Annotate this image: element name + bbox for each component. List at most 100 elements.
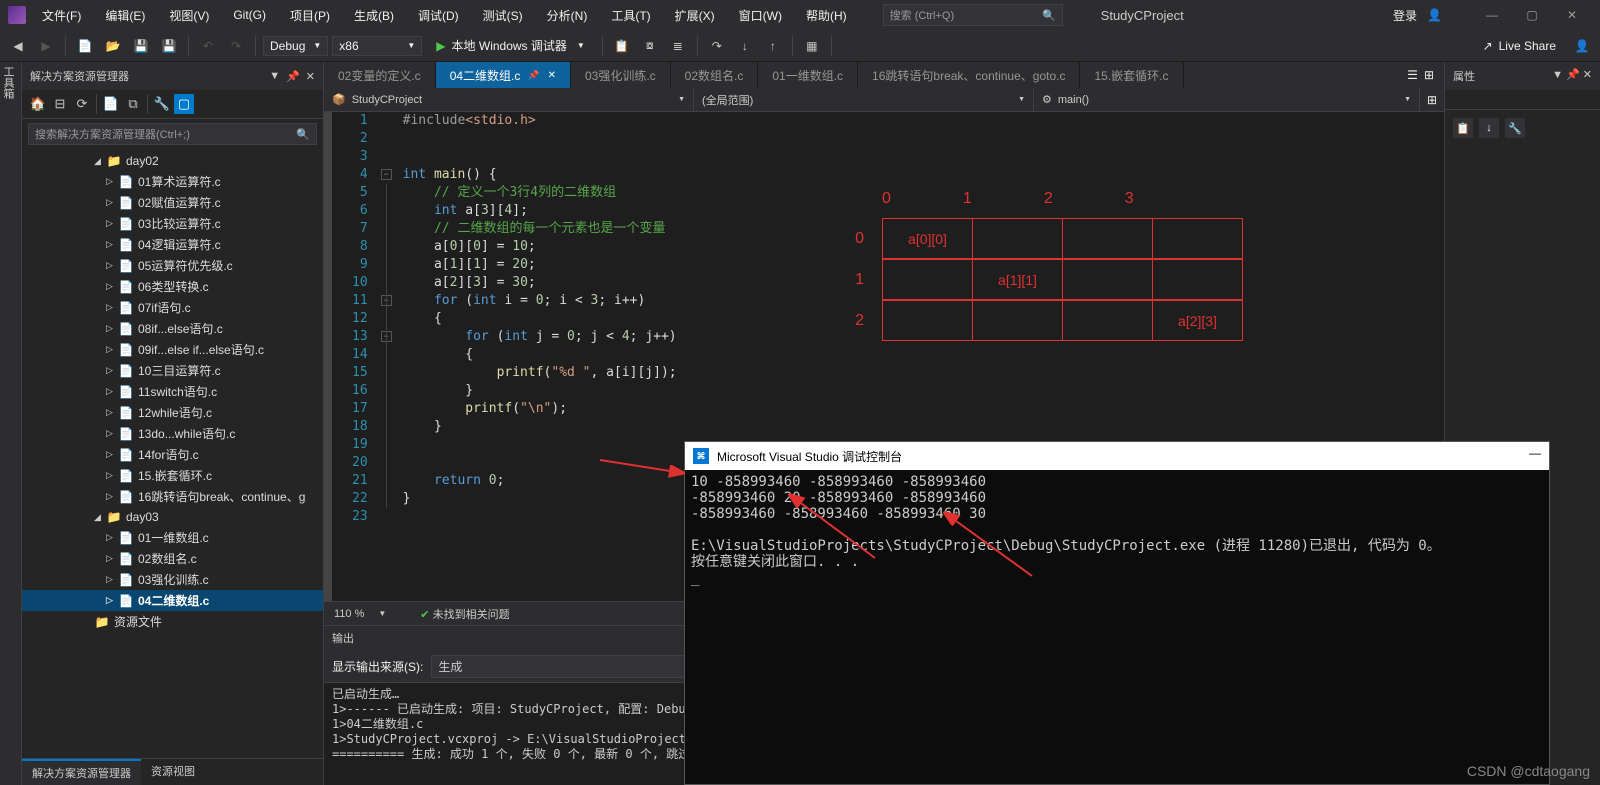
file-tab[interactable]: 01一维数组.c [758,62,858,88]
tree-file[interactable]: ▷📄10三目运算符.c [22,360,323,381]
tree-folder-day03[interactable]: ◢📁day03 [22,507,323,527]
props-prop-icon[interactable]: 🔧 [1505,118,1525,138]
tb-btn1[interactable]: 📋 [610,34,634,58]
tree-file[interactable]: ▷📄07if语句.c [22,297,323,318]
live-share-button[interactable]: ↗Live Share [1483,39,1566,53]
solution-search[interactable]: 搜索解决方案资源管理器(Ctrl+;)🔍 [28,123,317,145]
tree-file[interactable]: ▷📄16跳转语句break、continue、g [22,486,323,507]
login-button[interactable]: 登录 [1393,7,1417,24]
menu-edit[interactable]: 编辑(E) [97,3,153,28]
tab-plus-icon[interactable]: ⊞ [1424,68,1434,82]
output-source-combo[interactable]: 生成▼ [431,655,711,678]
tree-folder-day02[interactable]: ◢📁day02 [22,151,323,171]
file-tab[interactable]: 16跳转语句break、continue、goto.c [858,62,1080,88]
tb-btn4[interactable]: ▦ [800,34,824,58]
fold-toggle[interactable]: − [381,169,392,180]
save-icon[interactable]: 💾 [129,34,153,58]
debug-console-window[interactable]: ⌘ Microsoft Visual Studio 调试控制台 — 10 -85… [684,441,1550,785]
config-combo[interactable]: Debug▼ [263,36,328,56]
tab-resource-view[interactable]: 资源视图 [141,759,205,785]
menu-window[interactable]: 窗口(W) [731,3,790,28]
tree-file[interactable]: ▷📄11switch语句.c [22,381,323,402]
zoom-level[interactable]: 110 % [334,608,364,620]
step-out-icon[interactable]: ↑ [761,34,785,58]
nav-back-icon[interactable]: ◀ [6,34,30,58]
split-icon[interactable]: ⊞ [1420,88,1444,111]
new-file-icon[interactable]: 📄 [73,34,97,58]
file-tab[interactable]: 02变量的定义.c [324,62,436,88]
showall-icon[interactable]: ⧉ [123,94,143,114]
sync-icon[interactable]: ⟳ [72,94,92,114]
redo-icon[interactable]: ↷ [224,34,248,58]
doc-icon[interactable]: 📄 [101,94,121,114]
props-cat-icon[interactable]: 📋 [1453,118,1473,138]
tree-file[interactable]: ▷📄15.嵌套循环.c [22,465,323,486]
tab-solution-explorer[interactable]: 解决方案资源管理器 [22,759,141,785]
tree-file[interactable]: ▷📄09if...else if...else语句.c [22,339,323,360]
tree-file[interactable]: ▷📄03比较运算符.c [22,213,323,234]
admin-icon[interactable]: 👤 [1570,34,1594,58]
console-titlebar[interactable]: ⌘ Microsoft Visual Studio 调试控制台 — [685,442,1549,470]
menu-file[interactable]: 文件(F) [34,3,89,28]
maximize-button[interactable]: ▢ [1512,1,1552,29]
menu-extensions[interactable]: 扩展(X) [667,3,723,28]
left-toolbox-rail[interactable]: 工具箱 [0,62,22,785]
menu-view[interactable]: 视图(V) [161,3,217,28]
home-icon[interactable]: 🏠 [28,94,48,114]
output-src-label: 显示输出来源(S): [332,658,423,675]
tree-file[interactable]: ▷📄01算术运算符.c [22,171,323,192]
tree-file[interactable]: ▷📄02赋值运算符.c [22,192,323,213]
start-debug-button[interactable]: ▶本地 Windows 调试器 ▼ [426,35,595,56]
tree-file[interactable]: ▷📄14for语句.c [22,444,323,465]
nav-fwd-icon[interactable]: ▶ [34,34,58,58]
collapse-icon[interactable]: ⊟ [50,94,70,114]
file-tab[interactable]: 15.嵌套循环.c [1080,62,1183,88]
file-tab[interactable]: 03强化训练.c [571,62,671,88]
tree-file[interactable]: ▷📄01一维数组.c [22,527,323,548]
preview-icon[interactable]: ▢ [174,94,194,114]
tree-resources[interactable]: 📁资源文件 [22,611,323,632]
tree-file[interactable]: ▷📄02数组名.c [22,548,323,569]
save-all-icon[interactable]: 💾 [157,34,181,58]
close-icon[interactable]: ✕ [306,70,315,83]
scope-project[interactable]: 📦StudyCProject▼ [324,88,694,111]
pin2-icon[interactable]: 📌 [286,70,300,83]
tree-file[interactable]: ▷📄03强化训练.c [22,569,323,590]
tb-btn2[interactable]: ⧇ [638,34,662,58]
console-minimize[interactable]: — [1529,446,1541,460]
undo-icon[interactable]: ↶ [196,34,220,58]
props-alpha-icon[interactable]: ↓ [1479,118,1499,138]
minimize-button[interactable]: — [1472,1,1512,29]
tree-file[interactable]: ▷📄05运算符优先级.c [22,255,323,276]
tree-file[interactable]: ▷📄04逻辑运算符.c [22,234,323,255]
tree-file[interactable]: ▷📄13do...while语句.c [22,423,323,444]
scope-global[interactable]: (全局范围)▼ [694,88,1034,111]
file-tab[interactable]: 04二维数组.c📌✕ [436,62,571,88]
search-input[interactable]: 搜索 (Ctrl+Q)🔍 [883,4,1063,26]
close-button[interactable]: ✕ [1552,1,1592,29]
step-into-icon[interactable]: ↓ [733,34,757,58]
menu-help[interactable]: 帮助(H) [798,3,855,28]
menu-analyze[interactable]: 分析(N) [539,3,596,28]
open-icon[interactable]: 📂 [101,34,125,58]
menu-git[interactable]: Git(G) [225,4,274,26]
pin-icon[interactable]: ▼ 📌 ✕ [1552,68,1592,84]
props-icon[interactable]: 🔧 [152,94,172,114]
user-icon[interactable]: 👤 [1427,8,1442,22]
pin-icon[interactable]: ▼ [269,70,280,83]
step-over-icon[interactable]: ↷ [705,34,729,58]
file-tab[interactable]: 02数组名.c [671,62,759,88]
tree-file[interactable]: ▷📄08if...else语句.c [22,318,323,339]
menu-debug[interactable]: 调试(D) [410,3,467,28]
tree-file[interactable]: ▷📄06类型转换.c [22,276,323,297]
menu-tools[interactable]: 工具(T) [603,3,658,28]
scope-function[interactable]: ⚙main()▼ [1034,88,1420,111]
menu-build[interactable]: 生成(B) [346,3,402,28]
tb-btn3[interactable]: ≣ [666,34,690,58]
tree-file[interactable]: ▷📄12while语句.c [22,402,323,423]
menu-project[interactable]: 项目(P) [282,3,338,28]
tab-thumb-icon[interactable]: ☰ [1407,68,1418,82]
menu-test[interactable]: 测试(S) [475,3,531,28]
platform-combo[interactable]: x86▼ [332,36,422,56]
tree-file[interactable]: ▷📄04二维数组.c [22,590,323,611]
